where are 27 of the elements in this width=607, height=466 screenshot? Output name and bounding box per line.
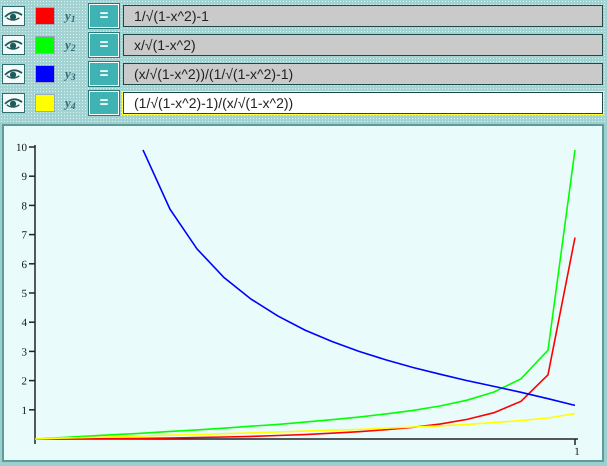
color-swatch[interactable] [35, 36, 55, 54]
formula-field[interactable]: (x/√(1-x^2))/(1/√(1-x^2)-1) [123, 63, 603, 85]
tick-label: 1 [22, 404, 27, 417]
color-swatch[interactable] [35, 7, 55, 25]
eye-icon[interactable] [2, 35, 25, 55]
tick-label: 6 [22, 258, 27, 271]
color-swatch[interactable] [35, 94, 55, 112]
formula-field[interactable]: (1/√(1-x^2)-1)/(x/√(1-x^2)) [123, 92, 603, 114]
tick-label: 5 [22, 288, 27, 300]
tick-label: 2 [22, 376, 27, 388]
tick-label: 1 [574, 446, 580, 458]
eye-icon[interactable] [2, 93, 25, 113]
function-label: y$_{3}$ [65, 66, 76, 81]
tick-label: 9 [22, 171, 27, 184]
function-label: y$_{1}$ [65, 8, 76, 23]
tick-label: 8 [22, 200, 27, 212]
tick-label: 7 [22, 230, 27, 242]
formula-field[interactable]: 1/√(1-x^2)-1 [123, 5, 603, 27]
formula-field[interactable]: x/√(1-x^2) [123, 34, 603, 56]
eye-icon[interactable] [2, 6, 25, 26]
eye-icon[interactable] [2, 64, 25, 84]
function-label: y$_{4}$ [65, 95, 76, 110]
tick-label: 3 [22, 346, 27, 358]
tick-label: 10 [16, 142, 27, 154]
function-label: y$_{2}$ [65, 37, 76, 52]
color-swatch[interactable] [35, 65, 55, 83]
tick-label: 4 [22, 317, 27, 330]
